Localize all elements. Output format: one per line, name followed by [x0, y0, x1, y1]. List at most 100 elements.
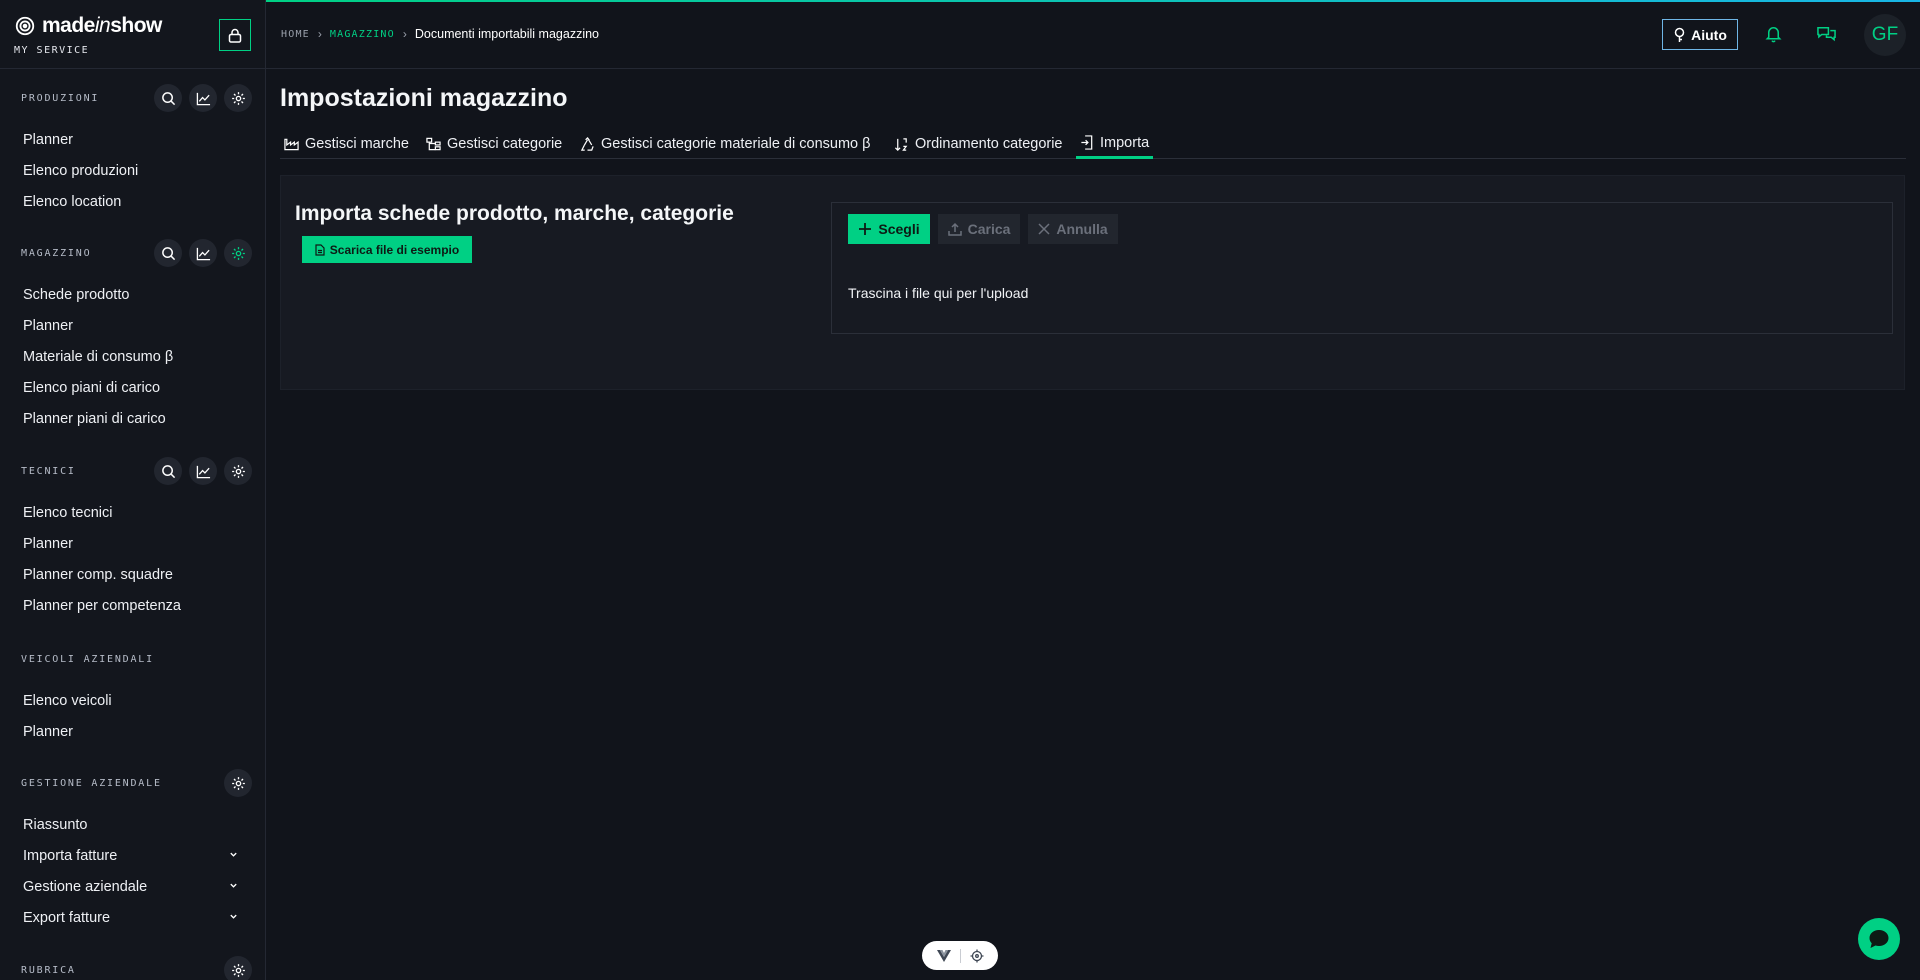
import-panel: Importa schede prodotto, marche, categor… — [280, 175, 1905, 390]
search-button[interactable] — [154, 84, 182, 112]
sidebar-item[interactable]: Elenco tecnici — [0, 497, 265, 528]
sidebar-item[interactable]: Planner — [0, 310, 265, 341]
lock-sidebar-button[interactable] — [219, 19, 251, 51]
sidebar-item-expandable[interactable]: Importa fatture — [0, 840, 265, 871]
toolbar-separator — [959, 948, 961, 963]
stats-button[interactable] — [189, 457, 217, 485]
tab-gestisci-categorie[interactable]: Gestisci categorie — [426, 129, 562, 159]
close-icon — [1038, 223, 1050, 235]
gear-icon — [231, 464, 245, 478]
sidebar-item-expandable[interactable]: Export fatture — [0, 902, 265, 933]
support-chat-button[interactable] — [1858, 918, 1900, 960]
sidebar-item[interactable]: Planner — [0, 124, 265, 155]
chevron-down-icon — [230, 883, 237, 888]
gear-icon — [231, 91, 245, 105]
chat-bubble-icon — [1869, 930, 1889, 948]
sidebar-section-produzioni: PRODUZIONI Planner Elenco produzioni Ele… — [0, 83, 265, 217]
gear-icon — [231, 776, 245, 790]
top-header: HOME › MAGAZZINO › Documenti importabili… — [266, 2, 1920, 69]
plus-icon — [859, 223, 872, 235]
gear-icon — [231, 246, 245, 260]
sidebar-divider — [0, 68, 265, 69]
breadcrumb-section[interactable]: MAGAZZINO — [330, 29, 395, 40]
sidebar-section-rubrica: RUBRICA — [0, 955, 265, 980]
stats-button[interactable] — [189, 84, 217, 112]
download-sample-button[interactable]: Scarica file di esempio — [302, 236, 472, 263]
chart-icon — [196, 92, 210, 105]
sidebar-item[interactable]: Elenco veicoli — [0, 685, 265, 716]
import-icon — [1081, 135, 1093, 150]
choose-file-button[interactable]: Scegli — [848, 214, 930, 244]
sidebar-item[interactable]: Elenco location — [0, 186, 265, 217]
vue-logo-icon[interactable] — [936, 949, 951, 962]
brand-logo-icon — [15, 16, 35, 36]
file-upload-dropzone[interactable]: Scegli Carica Annulla Trascina i file qu… — [831, 202, 1893, 334]
section-title: MAGAZZINO — [21, 247, 92, 259]
lock-icon — [228, 28, 242, 43]
sidebar-item[interactable]: Materiale di consumo β — [0, 341, 265, 372]
brand[interactable]: madeinshow MY SERVICE — [14, 14, 162, 56]
breadcrumb: HOME › MAGAZZINO › Documenti importabili… — [281, 27, 599, 41]
settings-tabs: Gestisci marche Gestisci categorie Gesti… — [280, 129, 1906, 159]
help-pin-icon — [1674, 27, 1685, 42]
sidebar-item[interactable]: Schede prodotto — [0, 279, 265, 310]
sidebar-section-tecnici: TECNICI Elenco tecnici Planner Planner c… — [0, 456, 265, 621]
recycle-icon — [580, 136, 594, 151]
breadcrumb-separator: › — [402, 27, 407, 41]
stats-button[interactable] — [189, 239, 217, 267]
search-icon — [161, 464, 175, 478]
tab-importa[interactable]: Importa — [1076, 129, 1154, 159]
tab-ordinamento-categorie[interactable]: Ordinamento categorie — [894, 129, 1063, 159]
brand-name: madeinshow — [42, 14, 162, 37]
brand-subtitle: MY SERVICE — [14, 45, 90, 56]
gear-icon — [231, 963, 245, 977]
sidebar-item[interactable]: Planner per competenza — [0, 590, 265, 621]
sidebar-item-expandable[interactable]: Gestione aziendale — [0, 871, 265, 902]
settings-button[interactable] — [224, 84, 252, 112]
sidebar-section-veicoli: VEICOLI AZIENDALI Elenco veicoli Planner — [0, 644, 265, 747]
sidebar-section-gestione: GESTIONE AZIENDALE Riassunto Importa fat… — [0, 768, 265, 933]
tab-gestisci-categorie-consumo[interactable]: Gestisci categorie materiale di consumo … — [580, 129, 870, 159]
sidebar-item[interactable]: Planner piani di carico — [0, 403, 265, 434]
upload-icon — [947, 222, 962, 236]
upload-button[interactable]: Carica — [938, 214, 1020, 244]
settings-button-active[interactable] — [224, 239, 252, 267]
breadcrumb-separator: › — [317, 27, 322, 41]
search-button[interactable] — [154, 457, 182, 485]
section-title: RUBRICA — [21, 964, 76, 976]
sidebar-item[interactable]: Riassunto — [0, 809, 265, 840]
chat-icon[interactable] — [1816, 24, 1837, 43]
sidebar-item[interactable]: Planner comp. squadre — [0, 559, 265, 590]
settings-button[interactable] — [224, 457, 252, 485]
avatar[interactable]: GF — [1864, 14, 1906, 56]
chevron-down-icon — [230, 914, 237, 919]
sidebar-item[interactable]: Planner — [0, 716, 265, 747]
help-label: Aiuto — [1691, 26, 1727, 43]
sidebar-section-magazzino: MAGAZZINO Schede prodotto Planner Materi… — [0, 238, 265, 434]
settings-button[interactable] — [224, 769, 252, 797]
sidebar: madeinshow MY SERVICE PRODUZIONI Planner… — [0, 0, 266, 980]
chevron-down-icon — [230, 852, 237, 857]
sidebar-item[interactable]: Elenco piani di carico — [0, 372, 265, 403]
bell-icon[interactable] — [1764, 24, 1783, 43]
search-icon — [161, 246, 175, 260]
file-icon — [315, 243, 325, 256]
import-panel-title: Importa schede prodotto, marche, categor… — [295, 202, 734, 225]
target-icon[interactable] — [970, 949, 984, 963]
settings-button[interactable] — [224, 956, 252, 980]
chart-icon — [196, 465, 210, 478]
breadcrumb-home[interactable]: HOME — [281, 29, 310, 40]
section-title: TECNICI — [21, 465, 76, 477]
dev-toolbar[interactable] — [922, 941, 998, 970]
chart-icon — [196, 247, 210, 260]
factory-icon — [284, 138, 299, 151]
sidebar-item[interactable]: Elenco produzioni — [0, 155, 265, 186]
search-button[interactable] — [154, 239, 182, 267]
breadcrumb-current: Documenti importabili magazzino — [414, 27, 599, 41]
search-icon — [161, 91, 175, 105]
cancel-upload-button[interactable]: Annulla — [1028, 214, 1118, 244]
sidebar-item[interactable]: Planner — [0, 528, 265, 559]
help-button[interactable]: Aiuto — [1662, 19, 1738, 50]
tab-gestisci-marche[interactable]: Gestisci marche — [284, 129, 409, 159]
section-title: VEICOLI AZIENDALI — [21, 653, 154, 665]
